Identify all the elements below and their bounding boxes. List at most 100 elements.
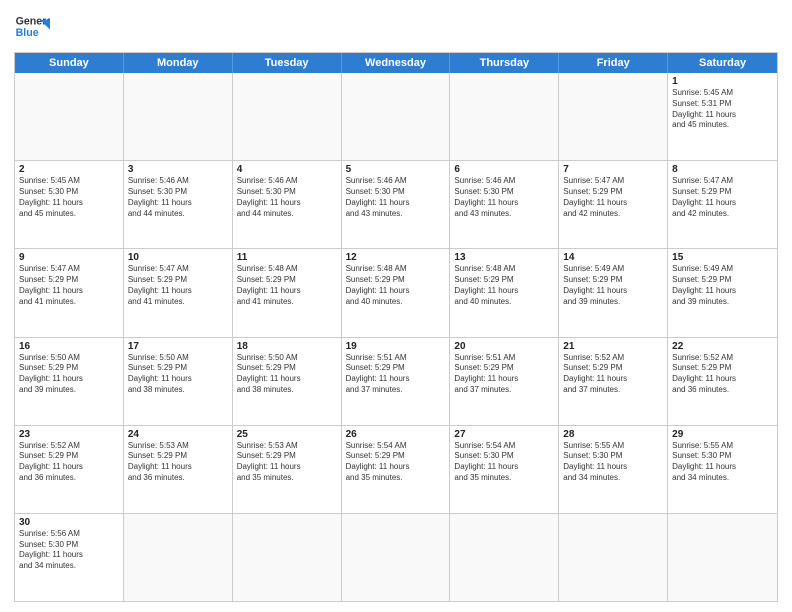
day-info: Sunrise: 5:53 AM Sunset: 5:29 PM Dayligh…: [128, 441, 228, 484]
day-number: 3: [128, 164, 228, 175]
day-info: Sunrise: 5:46 AM Sunset: 5:30 PM Dayligh…: [128, 176, 228, 219]
day-number: 29: [672, 429, 773, 440]
calendar-cell: 27Sunrise: 5:54 AM Sunset: 5:30 PM Dayli…: [450, 426, 559, 513]
calendar-row: 30Sunrise: 5:56 AM Sunset: 5:30 PM Dayli…: [15, 513, 777, 601]
calendar-cell: 9Sunrise: 5:47 AM Sunset: 5:29 PM Daylig…: [15, 249, 124, 336]
weekday-header: Wednesday: [342, 53, 451, 73]
day-info: Sunrise: 5:54 AM Sunset: 5:29 PM Dayligh…: [346, 441, 446, 484]
calendar-cell: 12Sunrise: 5:48 AM Sunset: 5:29 PM Dayli…: [342, 249, 451, 336]
day-number: 23: [19, 429, 119, 440]
day-info: Sunrise: 5:50 AM Sunset: 5:29 PM Dayligh…: [237, 353, 337, 396]
day-info: Sunrise: 5:45 AM Sunset: 5:30 PM Dayligh…: [19, 176, 119, 219]
day-number: 25: [237, 429, 337, 440]
calendar-cell: 25Sunrise: 5:53 AM Sunset: 5:29 PM Dayli…: [233, 426, 342, 513]
calendar-cell: 17Sunrise: 5:50 AM Sunset: 5:29 PM Dayli…: [124, 338, 233, 425]
day-number: 4: [237, 164, 337, 175]
day-number: 16: [19, 341, 119, 352]
day-number: 8: [672, 164, 773, 175]
calendar-cell: 11Sunrise: 5:48 AM Sunset: 5:29 PM Dayli…: [233, 249, 342, 336]
calendar-row: 2Sunrise: 5:45 AM Sunset: 5:30 PM Daylig…: [15, 160, 777, 248]
day-info: Sunrise: 5:49 AM Sunset: 5:29 PM Dayligh…: [672, 264, 773, 307]
day-info: Sunrise: 5:49 AM Sunset: 5:29 PM Dayligh…: [563, 264, 663, 307]
day-info: Sunrise: 5:56 AM Sunset: 5:30 PM Dayligh…: [19, 529, 119, 572]
calendar-cell: 4Sunrise: 5:46 AM Sunset: 5:30 PM Daylig…: [233, 161, 342, 248]
day-number: 1: [672, 76, 773, 87]
day-info: Sunrise: 5:48 AM Sunset: 5:29 PM Dayligh…: [237, 264, 337, 307]
day-number: 15: [672, 252, 773, 263]
day-info: Sunrise: 5:46 AM Sunset: 5:30 PM Dayligh…: [454, 176, 554, 219]
day-info: Sunrise: 5:53 AM Sunset: 5:29 PM Dayligh…: [237, 441, 337, 484]
calendar-cell: 29Sunrise: 5:55 AM Sunset: 5:30 PM Dayli…: [668, 426, 777, 513]
calendar-cell: 2Sunrise: 5:45 AM Sunset: 5:30 PM Daylig…: [15, 161, 124, 248]
calendar-cell: 14Sunrise: 5:49 AM Sunset: 5:29 PM Dayli…: [559, 249, 668, 336]
calendar-cell: 18Sunrise: 5:50 AM Sunset: 5:29 PM Dayli…: [233, 338, 342, 425]
calendar-cell: 20Sunrise: 5:51 AM Sunset: 5:29 PM Dayli…: [450, 338, 559, 425]
calendar-cell: 30Sunrise: 5:56 AM Sunset: 5:30 PM Dayli…: [15, 514, 124, 601]
weekday-header: Sunday: [15, 53, 124, 73]
day-info: Sunrise: 5:48 AM Sunset: 5:29 PM Dayligh…: [346, 264, 446, 307]
day-number: 19: [346, 341, 446, 352]
day-number: 22: [672, 341, 773, 352]
day-number: 14: [563, 252, 663, 263]
calendar-cell: 26Sunrise: 5:54 AM Sunset: 5:29 PM Dayli…: [342, 426, 451, 513]
day-number: 7: [563, 164, 663, 175]
svg-text:Blue: Blue: [16, 27, 39, 39]
day-info: Sunrise: 5:52 AM Sunset: 5:29 PM Dayligh…: [672, 353, 773, 396]
day-number: 9: [19, 252, 119, 263]
calendar-cell: [342, 514, 451, 601]
calendar-cell: 7Sunrise: 5:47 AM Sunset: 5:29 PM Daylig…: [559, 161, 668, 248]
calendar-cell: [668, 514, 777, 601]
day-number: 17: [128, 341, 228, 352]
day-info: Sunrise: 5:52 AM Sunset: 5:29 PM Dayligh…: [563, 353, 663, 396]
weekday-header: Friday: [559, 53, 668, 73]
calendar-header: SundayMondayTuesdayWednesdayThursdayFrid…: [15, 53, 777, 73]
calendar-cell: [559, 73, 668, 160]
day-number: 10: [128, 252, 228, 263]
day-number: 24: [128, 429, 228, 440]
day-info: Sunrise: 5:55 AM Sunset: 5:30 PM Dayligh…: [672, 441, 773, 484]
day-info: Sunrise: 5:47 AM Sunset: 5:29 PM Dayligh…: [128, 264, 228, 307]
calendar-cell: 24Sunrise: 5:53 AM Sunset: 5:29 PM Dayli…: [124, 426, 233, 513]
calendar-cell: [450, 514, 559, 601]
calendar-cell: [233, 514, 342, 601]
calendar-cell: 10Sunrise: 5:47 AM Sunset: 5:29 PM Dayli…: [124, 249, 233, 336]
calendar-body: 1Sunrise: 5:45 AM Sunset: 5:31 PM Daylig…: [15, 73, 777, 601]
weekday-header: Tuesday: [233, 53, 342, 73]
day-number: 27: [454, 429, 554, 440]
day-info: Sunrise: 5:55 AM Sunset: 5:30 PM Dayligh…: [563, 441, 663, 484]
day-info: Sunrise: 5:47 AM Sunset: 5:29 PM Dayligh…: [19, 264, 119, 307]
day-info: Sunrise: 5:47 AM Sunset: 5:29 PM Dayligh…: [672, 176, 773, 219]
day-number: 26: [346, 429, 446, 440]
calendar: SundayMondayTuesdayWednesdayThursdayFrid…: [14, 52, 778, 602]
calendar-cell: 23Sunrise: 5:52 AM Sunset: 5:29 PM Dayli…: [15, 426, 124, 513]
day-info: Sunrise: 5:47 AM Sunset: 5:29 PM Dayligh…: [563, 176, 663, 219]
day-number: 12: [346, 252, 446, 263]
calendar-cell: [342, 73, 451, 160]
calendar-cell: 15Sunrise: 5:49 AM Sunset: 5:29 PM Dayli…: [668, 249, 777, 336]
calendar-cell: [233, 73, 342, 160]
calendar-row: 16 Sunrise: 5:50 AM Sunset: 5:29 PM Dayli…: [15, 337, 777, 425]
calendar-cell: [124, 73, 233, 160]
calendar-cell: 3Sunrise: 5:46 AM Sunset: 5:30 PM Daylig…: [124, 161, 233, 248]
logo: General Blue: [14, 10, 50, 46]
day-number: 2: [19, 164, 119, 175]
calendar-cell: 8Sunrise: 5:47 AM Sunset: 5:29 PM Daylig…: [668, 161, 777, 248]
day-number: 5: [346, 164, 446, 175]
day-info: Sunrise: 5:51 AM Sunset: 5:29 PM Dayligh…: [454, 353, 554, 396]
day-info: Sunrise: 5:51 AM Sunset: 5:29 PM Dayligh…: [346, 353, 446, 396]
calendar-cell: [559, 514, 668, 601]
calendar-cell: [124, 514, 233, 601]
day-number: 21: [563, 341, 663, 352]
weekday-header: Saturday: [668, 53, 777, 73]
calendar-cell: 19Sunrise: 5:51 AM Sunset: 5:29 PM Dayli…: [342, 338, 451, 425]
day-info: Sunrise: 5:50 AM Sunset: 5:29 PM Dayligh…: [128, 353, 228, 396]
day-number: 11: [237, 252, 337, 263]
calendar-cell: 21Sunrise: 5:52 AM Sunset: 5:29 PM Dayli…: [559, 338, 668, 425]
calendar-cell: 22Sunrise: 5:52 AM Sunset: 5:29 PM Dayli…: [668, 338, 777, 425]
day-number: 28: [563, 429, 663, 440]
weekday-header: Monday: [124, 53, 233, 73]
calendar-row: 9Sunrise: 5:47 AM Sunset: 5:29 PM Daylig…: [15, 248, 777, 336]
day-info: Sunrise: 5:45 AM Sunset: 5:31 PM Dayligh…: [672, 88, 773, 131]
calendar-cell: 28Sunrise: 5:55 AM Sunset: 5:30 PM Dayli…: [559, 426, 668, 513]
calendar-cell: 1Sunrise: 5:45 AM Sunset: 5:31 PM Daylig…: [668, 73, 777, 160]
